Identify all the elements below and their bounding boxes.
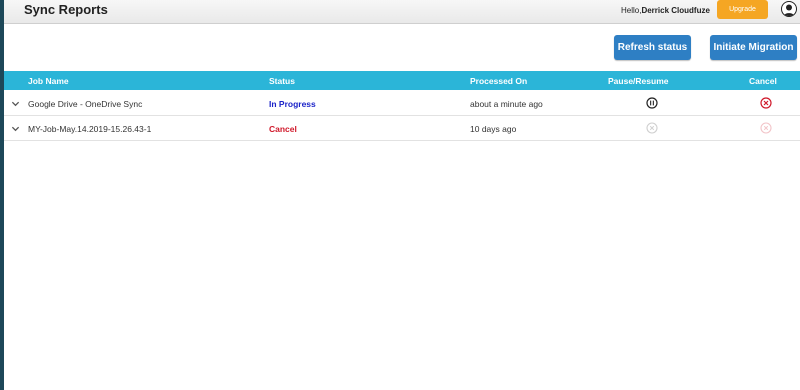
job-status: In Progress	[269, 99, 316, 109]
upgrade-button[interactable]: Upgrade	[717, 0, 768, 19]
job-name: MY-Job-May.14.2019-15.26.43-1	[28, 124, 152, 134]
cancel-icon	[760, 122, 772, 134]
table-header: Job Name Status Processed On Pause/Resum…	[4, 71, 800, 90]
initiate-migration-button[interactable]: Initiate Migration	[710, 35, 797, 60]
column-header-status[interactable]: Status	[269, 76, 295, 86]
greeting-prefix: Hello,	[621, 6, 642, 15]
chevron-down-icon[interactable]	[11, 124, 20, 133]
table-row: Google Drive - OneDrive Sync In Progress…	[4, 91, 800, 116]
refresh-status-button[interactable]: Refresh status	[614, 35, 691, 60]
user-avatar-icon[interactable]	[781, 1, 797, 17]
job-status: Cancel	[269, 124, 297, 134]
processed-on: about a minute ago	[470, 99, 543, 109]
cancel-icon[interactable]	[760, 97, 772, 109]
pause-icon[interactable]	[646, 97, 658, 109]
user-name: Derrick Cloudfuze	[641, 6, 710, 15]
column-header-cancel: Cancel	[749, 76, 777, 86]
user-greeting: Hello,Derrick Cloudfuze	[621, 6, 710, 15]
top-bar: Sync Reports Hello,Derrick Cloudfuze Upg…	[4, 0, 800, 24]
sync-reports-app: Sync Reports Hello,Derrick Cloudfuze Upg…	[4, 0, 800, 390]
column-header-processed-on[interactable]: Processed On	[470, 76, 527, 86]
processed-on: 10 days ago	[470, 124, 517, 134]
job-name: Google Drive - OneDrive Sync	[28, 99, 143, 109]
column-header-job-name[interactable]: Job Name	[28, 76, 69, 86]
page-title: Sync Reports	[24, 2, 108, 17]
pause-icon	[646, 122, 658, 134]
chevron-down-icon[interactable]	[11, 99, 20, 108]
table-row: MY-Job-May.14.2019-15.26.43-1 Cancel 10 …	[4, 116, 800, 141]
column-header-pause-resume: Pause/Resume	[608, 76, 669, 86]
